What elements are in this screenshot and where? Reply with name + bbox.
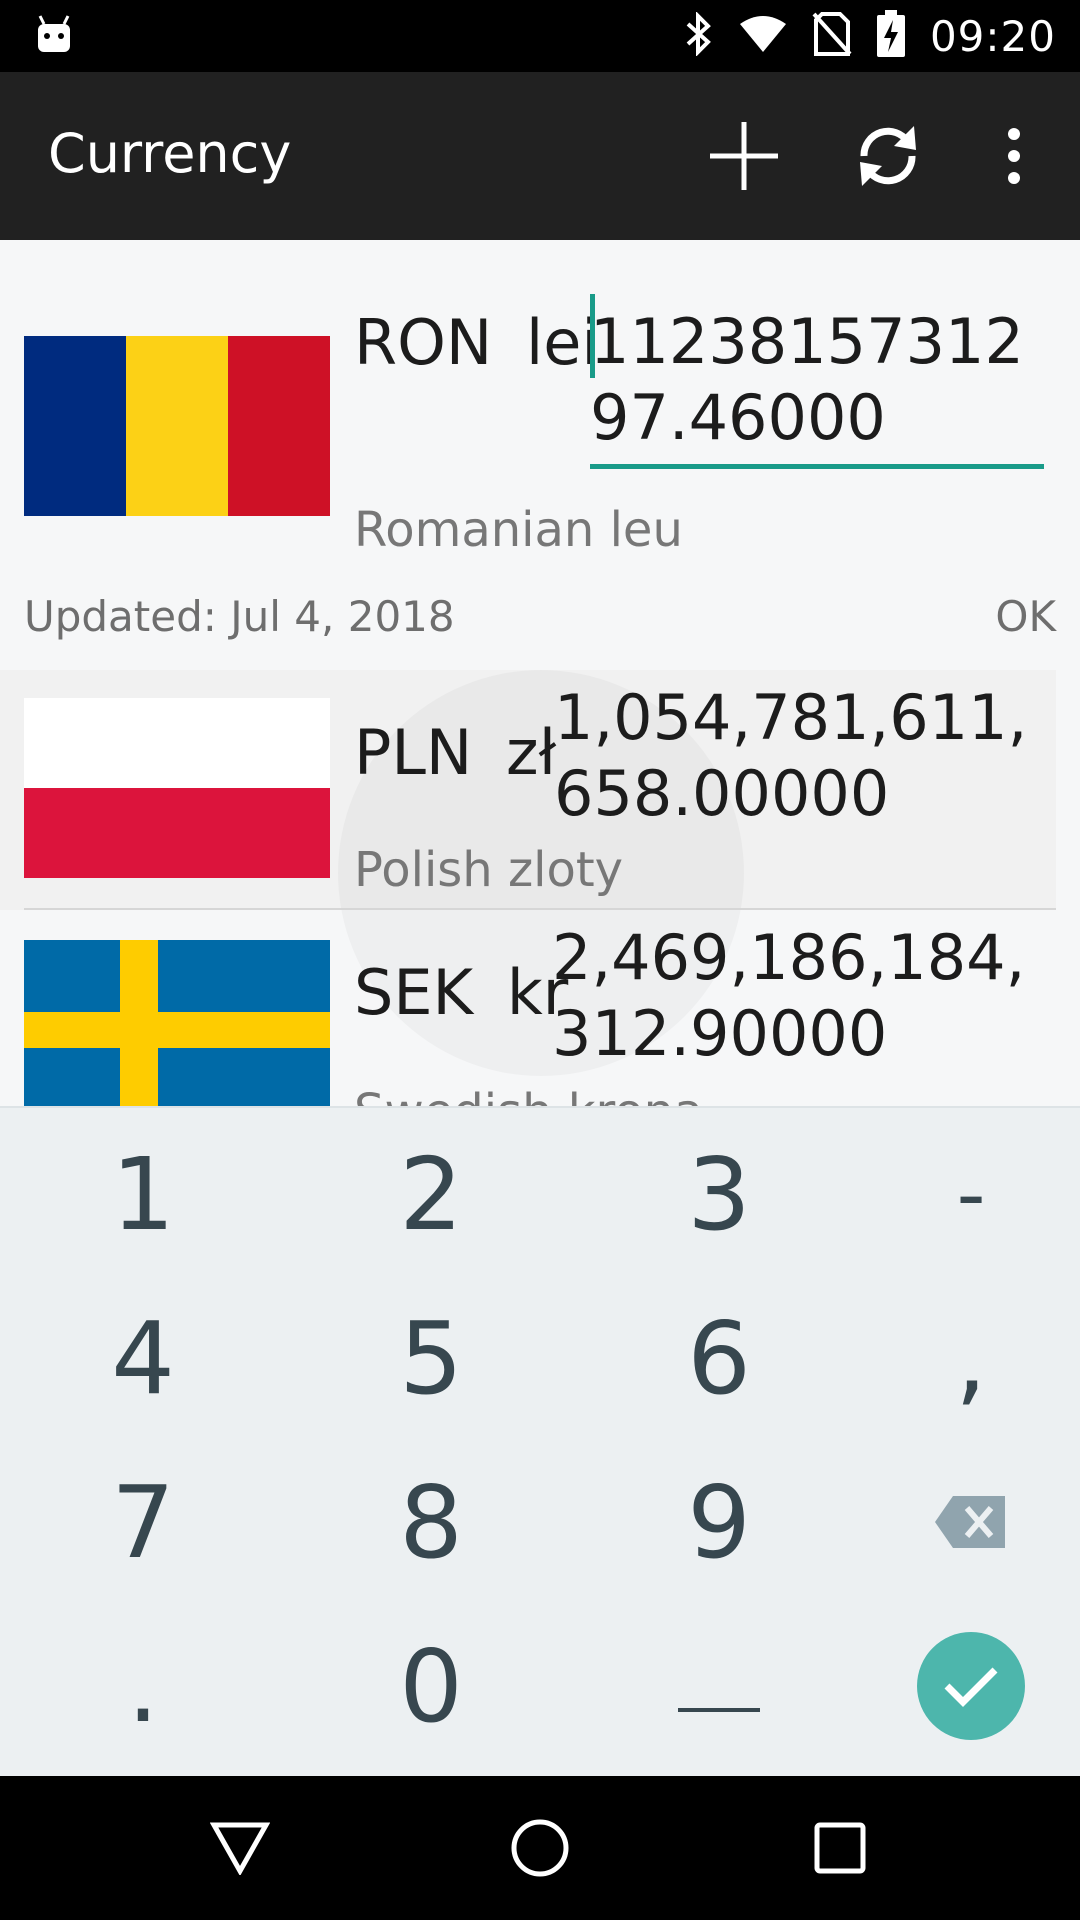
done-key[interactable] (836, 1604, 1080, 1768)
back-icon (210, 1822, 270, 1875)
currency-name: Polish zloty (354, 842, 624, 898)
key-7[interactable]: 7 (8, 1440, 278, 1604)
amount-input-underline (590, 464, 1044, 469)
battery-charging-icon (876, 9, 906, 63)
bluetooth-icon (684, 10, 714, 61)
key-1[interactable]: 1 (8, 1112, 278, 1276)
key-8[interactable]: 8 (296, 1440, 566, 1604)
key-3[interactable]: 3 (584, 1112, 854, 1276)
check-icon (944, 1667, 998, 1707)
key-decimal[interactable]: . (8, 1604, 278, 1768)
poland-flag-icon (24, 698, 330, 878)
refresh-icon (860, 126, 916, 186)
currency-code-sek: SEK kr (354, 956, 568, 1029)
key-comma[interactable]: , (836, 1276, 1080, 1440)
space-icon (678, 1708, 760, 1712)
divider (24, 908, 1056, 910)
currency-symbol: zł (506, 716, 557, 789)
home-button[interactable] (480, 1800, 600, 1896)
more-vert-icon (1008, 128, 1020, 184)
back-button[interactable] (180, 1800, 300, 1896)
add-currency-button[interactable] (702, 114, 786, 198)
sweden-flag-icon (24, 940, 330, 1106)
currency-name: Swedish krona (354, 1084, 703, 1106)
key-6[interactable]: 6 (584, 1276, 854, 1440)
wifi-icon (738, 14, 788, 59)
backspace-icon (935, 1496, 1005, 1548)
currency-code: RON (354, 306, 493, 379)
amount-input[interactable]: 1123815731297.46000 (590, 304, 1050, 456)
key-minus[interactable]: - (836, 1112, 1080, 1276)
overflow-menu-button[interactable] (972, 114, 1056, 198)
done-button[interactable] (917, 1632, 1025, 1740)
update-status: OK (995, 592, 1056, 641)
home-icon (511, 1819, 569, 1877)
navigation-bar (0, 1776, 1080, 1920)
status-bar: 09:20 (0, 0, 1080, 72)
backspace-key[interactable] (836, 1440, 1080, 1604)
updated-date: Updated: Jul 4, 2018 (24, 592, 455, 641)
currency-symbol: lei (525, 306, 599, 379)
app-title: Currency (48, 122, 292, 185)
currency-name: Romanian leu (354, 502, 683, 558)
space-key[interactable] (584, 1604, 854, 1768)
currency-value: 2,469,186,184,312.90000 (552, 921, 1026, 1070)
no-sim-icon (812, 11, 852, 61)
key-2[interactable]: 2 (296, 1112, 566, 1276)
recents-icon (814, 1822, 866, 1874)
currency-value: 1,054,781,611,658.00000 (554, 681, 1028, 830)
romania-flag-icon (24, 336, 330, 516)
currency-code: PLN (354, 716, 473, 789)
screen: 09:20 Currency RON lei 1123815731297.460… (0, 0, 1080, 1920)
recents-button[interactable] (780, 1800, 900, 1896)
currency-code-pln: PLN zł (354, 716, 556, 789)
currency-code: SEK (354, 956, 474, 1029)
app-bar: Currency (0, 72, 1080, 240)
key-4[interactable]: 4 (8, 1276, 278, 1440)
android-debug-icon (36, 14, 72, 59)
status-time: 09:20 (929, 11, 1056, 61)
add-icon (710, 122, 778, 190)
key-5[interactable]: 5 (296, 1276, 566, 1440)
refresh-button[interactable] (846, 114, 930, 198)
text-cursor (590, 294, 595, 378)
numeric-keypad: 1 2 3 - 4 5 6 , 7 8 9 . 0 (0, 1106, 1080, 1776)
currency-list[interactable]: RON lei 1123815731297.46000 Romanian leu… (0, 240, 1080, 1106)
key-9[interactable]: 9 (584, 1440, 854, 1604)
selected-currency-code: RON lei (354, 306, 599, 379)
key-0[interactable]: 0 (296, 1604, 566, 1768)
